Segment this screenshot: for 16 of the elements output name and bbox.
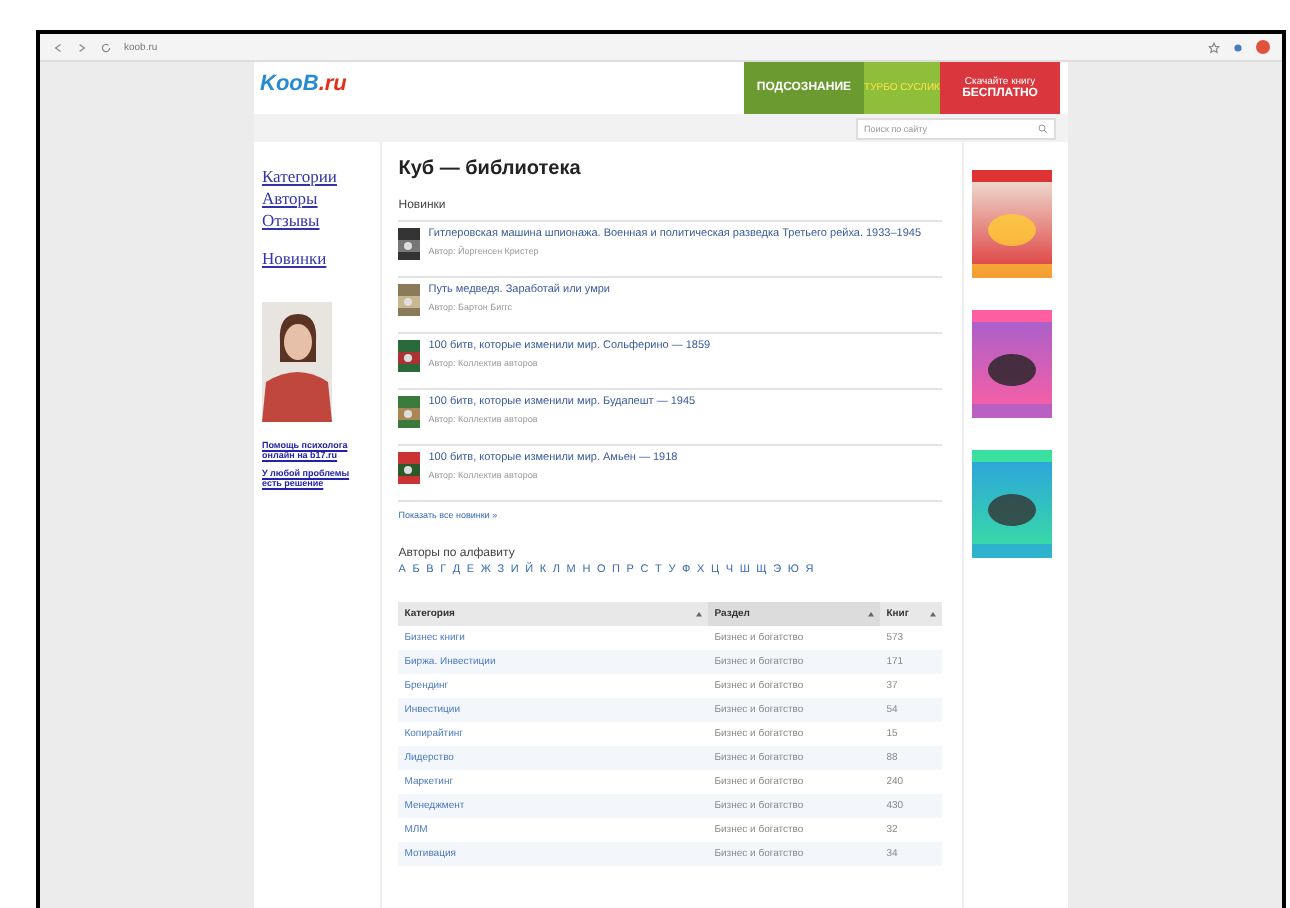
sort-icon[interactable] (696, 611, 703, 617)
page-title: Куб — библиотека (398, 158, 583, 180)
site-logo[interactable]: KooB.ru (260, 72, 347, 96)
sidebar-link[interactable]: Новинки (262, 248, 381, 270)
reload-icon[interactable] (100, 41, 112, 53)
forward-icon[interactable] (76, 41, 88, 53)
profile-avatar[interactable] (1256, 40, 1270, 54)
star-icon[interactable] (1208, 41, 1220, 53)
extension-icon[interactable] (1232, 41, 1244, 53)
sidebar-link[interactable]: Отзывы (262, 210, 381, 232)
sort-icon[interactable] (868, 611, 875, 617)
sidebar-link[interactable]: Категории (262, 166, 381, 188)
sidebar-link[interactable]: Авторы (262, 188, 381, 210)
back-icon[interactable] (52, 41, 64, 53)
search-icon[interactable] (1038, 123, 1048, 133)
sort-icon[interactable] (930, 611, 937, 617)
